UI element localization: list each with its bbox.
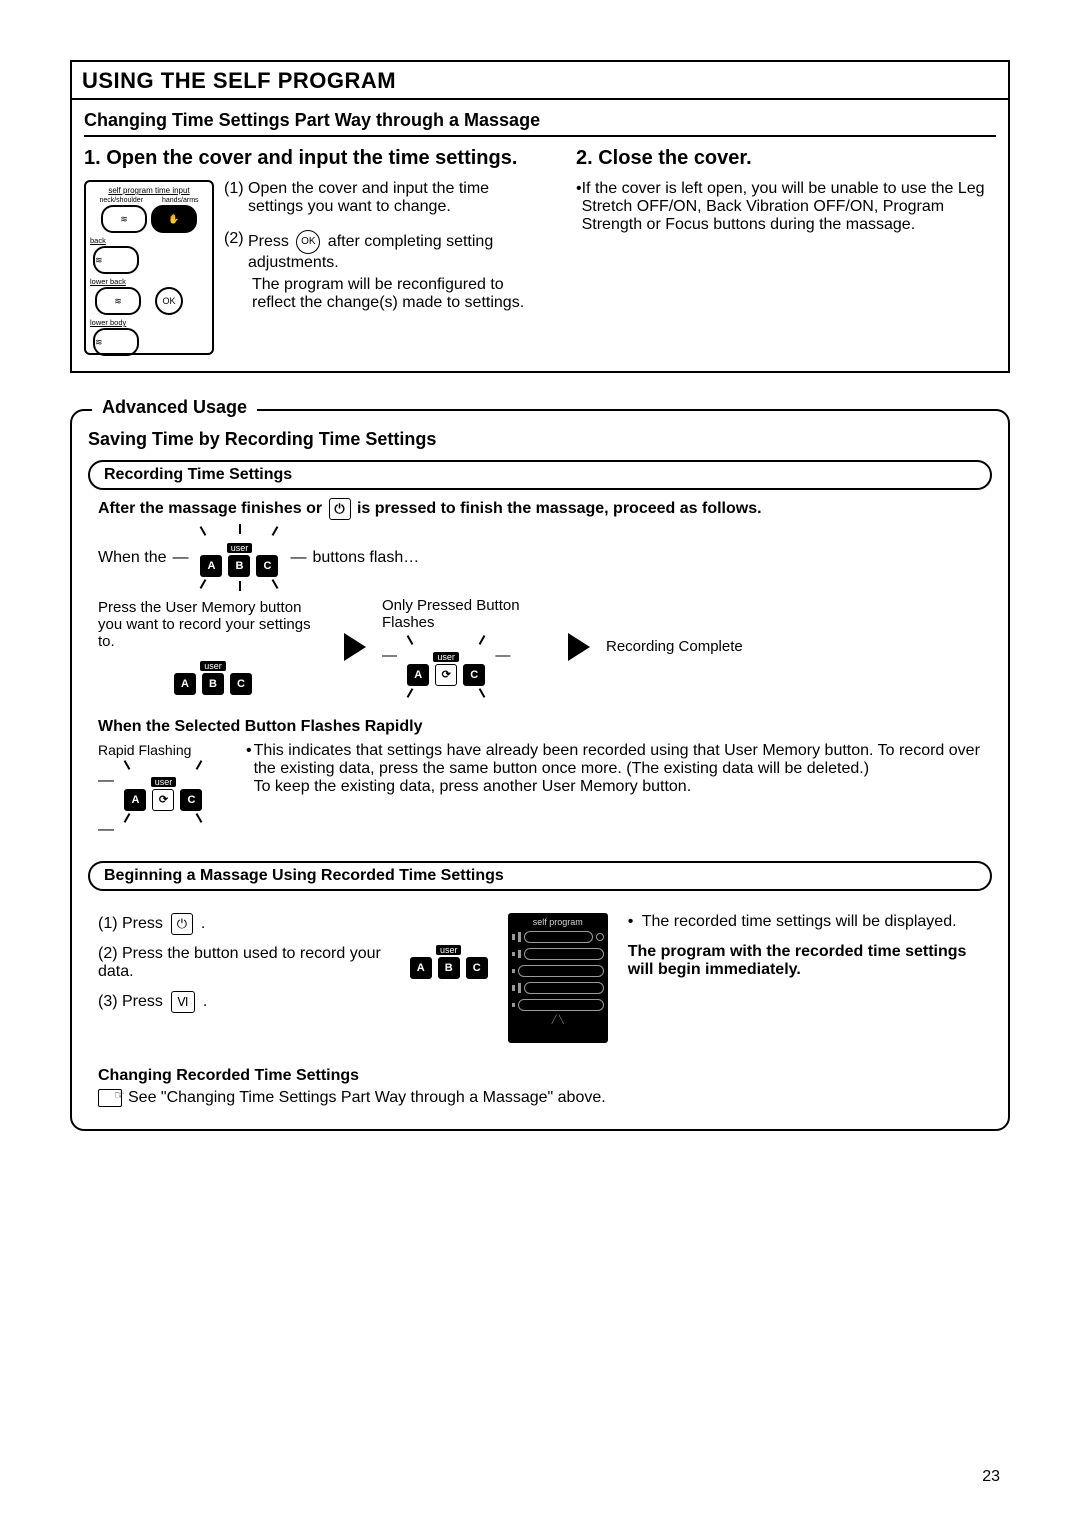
vi-button-icon: Ⅵ [171, 991, 195, 1013]
btn-back: ≋ [93, 246, 139, 274]
btn-lower-back: ≋ [95, 287, 141, 315]
label-back: back [90, 236, 208, 245]
btn-b: B [228, 555, 250, 577]
user-buttons-one-flash: user A ⟳ C [401, 637, 491, 696]
step2-heading: 2. Close the cover. [576, 147, 996, 170]
begin2-text: (2) Press the button used to record your… [98, 945, 381, 980]
pill-recording: Recording Time Settings [88, 460, 992, 490]
callout2-lead: (2) [224, 230, 248, 272]
btn-c2: C [230, 673, 252, 695]
begin3-before: (3) Press [98, 993, 163, 1011]
label-neck-shoulder: neck/shoulder [99, 197, 143, 204]
page-title: USING THE SELF PROGRAM [82, 68, 998, 94]
advanced-legend: Advanced Usage [92, 397, 257, 418]
btn-a4: A [124, 789, 146, 811]
remote-header: self program time input [90, 186, 208, 195]
btn-neck-shoulder: ≋ [101, 205, 147, 233]
btn-lower-body: ≋ [93, 328, 139, 356]
change-rec-heading: Changing Recorded Time Settings [98, 1067, 982, 1085]
begin3-after: . [203, 993, 207, 1011]
advanced-usage-box: Advanced Usage Saving Time by Recording … [70, 409, 1010, 1131]
begin-right-bullet: The recorded time settings will be displ… [642, 913, 957, 931]
label-hands-arms: hands/arms [162, 197, 199, 204]
recording-complete: Recording Complete [606, 638, 743, 655]
btn-a5: A [410, 957, 432, 979]
label-lower-back: lower back [90, 277, 208, 286]
rapid-bullet-text: This indicates that settings have alread… [254, 742, 980, 777]
pill-beginning: Beginning a Massage Using Recorded Time … [88, 861, 992, 891]
user-buttons-begin: user A B C [410, 945, 488, 979]
power-icon: ⏻ [329, 498, 351, 520]
btn-b5: B [438, 957, 460, 979]
begin1-before: (1) Press [98, 915, 163, 933]
title-box: USING THE SELF PROGRAM [70, 60, 1010, 100]
when-the: When the [98, 549, 166, 567]
btn-b4: ⟳ [152, 789, 174, 811]
btn-c: C [256, 555, 278, 577]
reference-icon [98, 1089, 122, 1107]
rapid-heading: When the Selected Button Flashes Rapidly [98, 718, 982, 736]
user-buttons-rapid: user A ⟳ C [118, 762, 208, 821]
btn-a3: A [407, 664, 429, 686]
btn-c5: C [466, 957, 488, 979]
advanced-subheading: Saving Time by Recording Time Settings [88, 429, 992, 450]
user-buttons-static: user A B C [174, 661, 252, 695]
press-memory-text: Press the User Memory button you want to… [98, 599, 328, 650]
user-cap2: user [200, 661, 226, 671]
user-cap: user [227, 543, 253, 553]
rapid-flashing-label: Rapid Flashing [98, 742, 228, 758]
step2-bullet: If the cover is left open, you will be u… [582, 180, 996, 234]
user-cap3: user [433, 652, 459, 662]
display-screen: self program ╱ ╲ [508, 913, 608, 1043]
buttons-flash: buttons flash… [312, 549, 419, 567]
step1-heading: 1. Open the cover and input the time set… [84, 147, 546, 170]
after-line-before: After the massage finishes or [98, 500, 327, 517]
user-cap4: user [151, 777, 177, 787]
after-line-after: is pressed to finish the massage, procee… [357, 500, 762, 517]
btn-b3: ⟳ [435, 664, 457, 686]
rapid-keep-text: To keep the existing data, press another… [254, 778, 692, 795]
arrow-icon2 [568, 633, 590, 661]
only-pressed-text: Only Pressed Button Flashes [382, 597, 552, 631]
subheading: Changing Time Settings Part Way through … [84, 106, 996, 137]
btn-c4: C [180, 789, 202, 811]
power-icon2: ⏻ [171, 913, 193, 935]
callout1-lead: (1) [224, 180, 248, 216]
label-lower-body: lower body [90, 318, 208, 327]
callout1-text: Open the cover and input the time settin… [248, 180, 546, 216]
remote-diagram: self program time input neck/shoulder ha… [84, 180, 214, 355]
ok-icon: OK [296, 230, 320, 254]
ok-button-diagram: OK [155, 287, 183, 315]
btn-b2: B [202, 673, 224, 695]
begin-right-bold: The program with the recorded time setti… [628, 943, 982, 979]
btn-a2: A [174, 673, 196, 695]
callout2-extra: The program will be reconfigured to refl… [224, 276, 546, 312]
begin1-after: . [201, 915, 205, 933]
btn-a: A [200, 555, 222, 577]
user-buttons-flash-icon: user A B C [194, 528, 284, 587]
btn-hands-arms: ✋ [151, 205, 197, 233]
arrow-icon [344, 633, 366, 661]
callout2-before: Press [248, 233, 293, 250]
user-cap5: user [436, 945, 462, 955]
screen-caption: self program [512, 917, 604, 927]
btn-c3: C [463, 664, 485, 686]
page-number: 23 [982, 1468, 1000, 1486]
change-rec-body: See "Changing Time Settings Part Way thr… [128, 1089, 606, 1107]
